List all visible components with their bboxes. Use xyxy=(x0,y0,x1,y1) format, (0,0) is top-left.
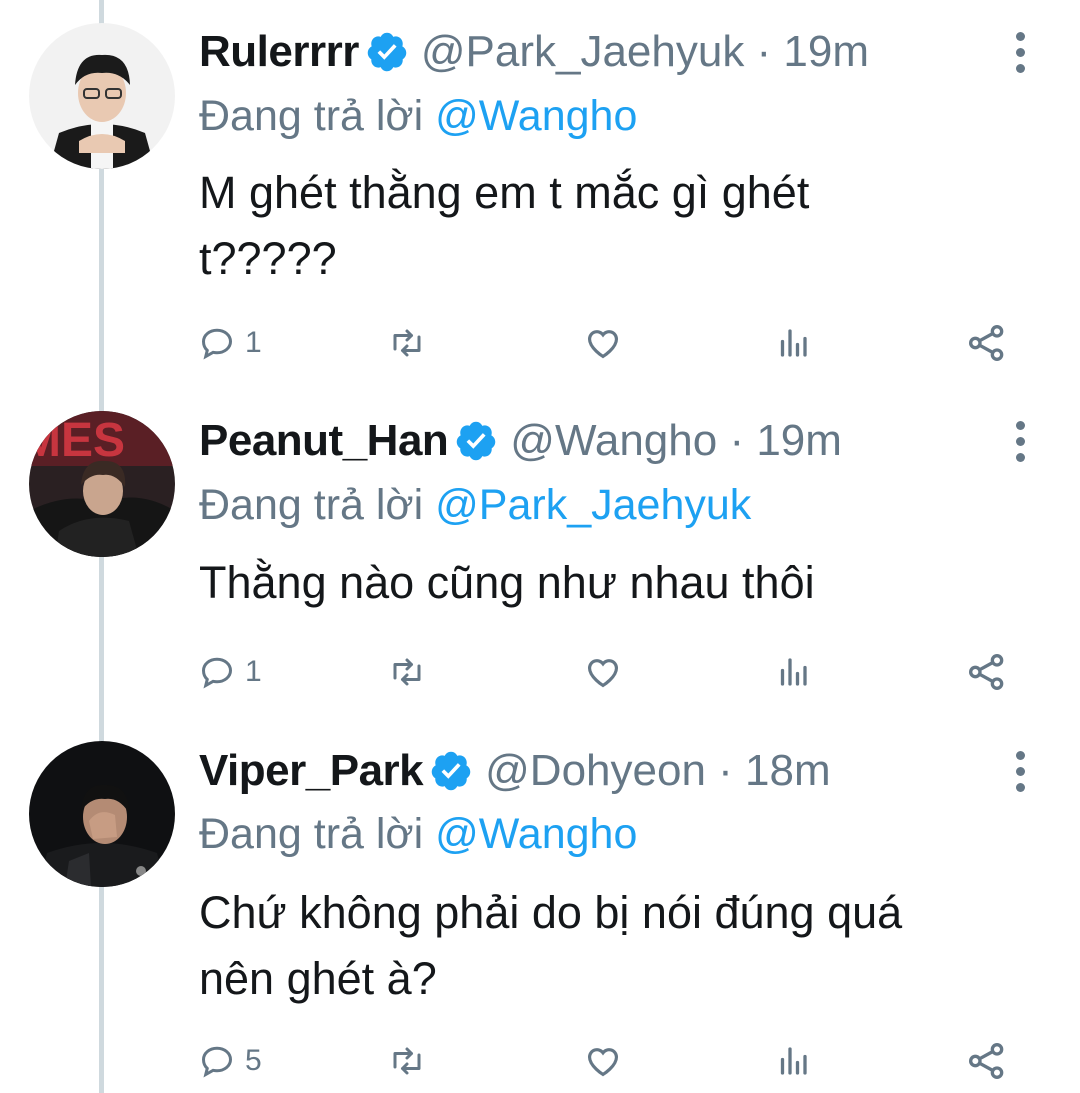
tweet-actions: 5 xyxy=(199,1036,1029,1086)
retweet-button[interactable] xyxy=(387,647,427,697)
analytics-button[interactable] xyxy=(775,1036,811,1086)
more-options-icon[interactable] xyxy=(1005,741,1035,801)
thread-page: Rulerrrr @Park_Jaehyuk · 19m Đang trả lờ… xyxy=(0,0,1080,1093)
tweet-text-line: nên ghét à? xyxy=(199,953,437,1004)
like-icon xyxy=(587,1048,619,1077)
reply-prefix: Đang trả lời xyxy=(199,810,424,858)
verified-badge-icon xyxy=(429,749,473,793)
share-button[interactable] xyxy=(967,647,1007,697)
reply-prefix: Đang trả lời xyxy=(199,481,424,529)
reply-icon xyxy=(201,1046,233,1078)
tweet-header: Viper_Park @Dohyeon · 18m xyxy=(199,741,831,801)
reply-context: Đang trả lời @Park_Jaehyuk xyxy=(199,481,751,530)
share-icon xyxy=(969,325,1004,362)
svg-text:MES: MES xyxy=(29,414,125,467)
tweet-text-line: Thằng nào cũng như nhau thôi xyxy=(199,557,815,608)
tweet-text-line: M ghét thằng em t mắc gì ghét xyxy=(199,167,810,218)
reply-icon xyxy=(201,657,233,689)
handle-time[interactable]: @Park_Jaehyuk · 19m xyxy=(421,27,869,77)
tweet-header: Peanut_Han @Wangho · 19m xyxy=(199,411,842,471)
avatar[interactable]: MES xyxy=(29,411,175,557)
reply-prefix: Đang trả lời xyxy=(199,92,424,140)
like-button[interactable] xyxy=(583,1036,623,1086)
reply-count: 1 xyxy=(245,655,262,688)
verified-badge-icon xyxy=(365,30,409,74)
tweet-text: Thằng nào cũng như nhau thôi xyxy=(199,550,1019,616)
avatar[interactable] xyxy=(29,741,175,887)
analytics-icon xyxy=(780,1047,807,1075)
reply-context: Đang trả lời @Wangho xyxy=(199,810,637,859)
reply-button[interactable]: 1 xyxy=(199,647,262,697)
analytics-icon xyxy=(780,658,807,686)
reply-mention-link[interactable]: @Park_Jaehyuk xyxy=(435,481,751,529)
like-icon xyxy=(587,659,619,688)
display-name[interactable]: Viper_Park xyxy=(199,746,424,796)
analytics-button[interactable] xyxy=(775,647,811,697)
reply-mention-link[interactable]: @Wangho xyxy=(435,810,637,858)
tweet-actions: 1 xyxy=(199,647,1029,697)
share-icon xyxy=(969,654,1004,691)
more-options-icon[interactable] xyxy=(1005,22,1035,82)
like-icon xyxy=(587,330,619,359)
analytics-button[interactable] xyxy=(775,318,811,368)
reply-mention-link[interactable]: @Wangho xyxy=(435,92,637,140)
retweet-icon xyxy=(393,1047,421,1075)
share-button[interactable] xyxy=(967,318,1007,368)
verified-badge-icon xyxy=(454,419,498,463)
reply-context: Đang trả lời @Wangho xyxy=(199,92,637,141)
tweet-header: Rulerrrr @Park_Jaehyuk · 19m xyxy=(199,22,869,82)
display-name[interactable]: Rulerrrr xyxy=(199,27,359,77)
retweet-button[interactable] xyxy=(387,318,427,368)
tweet-text: M ghét thằng em t mắc gì ghét t????? xyxy=(199,160,1019,292)
tweet-actions: 1 xyxy=(199,318,1029,368)
tweet-text: Chứ không phải do bị nói đúng quá nên gh… xyxy=(199,880,1019,1012)
share-button[interactable] xyxy=(967,1036,1007,1086)
analytics-icon xyxy=(780,329,807,357)
retweet-button[interactable] xyxy=(387,1036,427,1086)
handle-time[interactable]: @Wangho · 19m xyxy=(510,416,842,466)
reply-count: 5 xyxy=(245,1044,262,1077)
tweet-text-line: t????? xyxy=(199,233,337,284)
tweet-text-line: Chứ không phải do bị nói đúng quá xyxy=(199,887,903,938)
reply-button[interactable]: 1 xyxy=(199,318,262,368)
display-name[interactable]: Peanut_Han xyxy=(199,416,449,466)
handle-time[interactable]: @Dohyeon · 18m xyxy=(485,746,831,796)
retweet-icon xyxy=(393,658,421,686)
avatar[interactable] xyxy=(29,23,175,169)
like-button[interactable] xyxy=(583,647,623,697)
reply-button[interactable]: 5 xyxy=(199,1036,262,1086)
retweet-icon xyxy=(393,329,421,357)
like-button[interactable] xyxy=(583,318,623,368)
share-icon xyxy=(969,1043,1004,1080)
reply-count: 1 xyxy=(245,326,262,359)
more-options-icon[interactable] xyxy=(1005,411,1035,471)
reply-icon xyxy=(201,328,233,360)
